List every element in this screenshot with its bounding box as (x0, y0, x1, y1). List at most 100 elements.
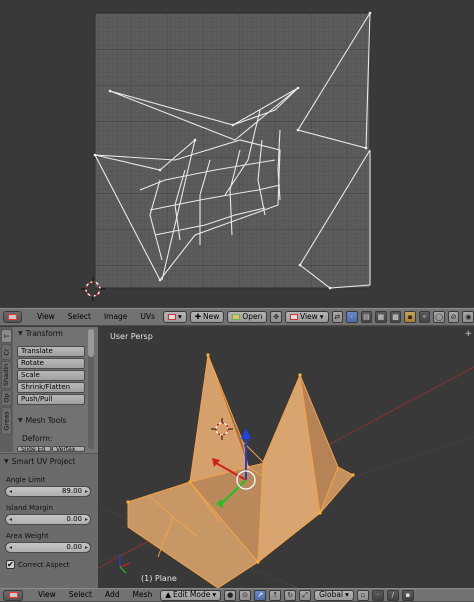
angle-limit-field[interactable]: ◂ 89.00 ▸ (5, 486, 91, 497)
menu-view[interactable]: View (33, 589, 61, 601)
island-margin-field[interactable]: ◂ 0.00 ▸ (5, 514, 91, 525)
tab-options[interactable]: Op (1, 390, 12, 406)
viewport-view-label: User Persp (110, 332, 153, 341)
view-mode-label: View (299, 312, 318, 321)
tool-shelf: T Cr Shadin Op Greas ▼ Transform Transla… (0, 327, 98, 588)
area-split-plus-icon[interactable]: + (464, 329, 472, 339)
transform-panel-title: Transform (25, 329, 63, 338)
snap-icon[interactable]: ⊘ (447, 311, 460, 323)
menu-mesh[interactable]: Mesh (127, 589, 157, 601)
scale-manipulator-icon[interactable]: ⤢ (299, 589, 312, 601)
menu-add[interactable]: Add (100, 589, 125, 601)
increment-arrow-icon[interactable]: ▸ (85, 487, 88, 496)
edge-select-mode-icon[interactable]: / (386, 589, 399, 601)
view-axis-gizmo (119, 555, 131, 574)
area-weight-label: Area Weight (6, 532, 49, 540)
viewport-canvas[interactable] (98, 327, 474, 588)
collapse-triangle-icon: ▼ (4, 458, 9, 465)
menu-image[interactable]: Image (99, 311, 133, 323)
rotate-manipulator-icon[interactable]: ↻ (284, 589, 297, 601)
pin-icon[interactable]: ✥ (270, 311, 282, 323)
snap-element-icon[interactable]: ◉ (462, 311, 474, 323)
shrink-flatten-button[interactable]: Shrink/Flatten (17, 382, 85, 393)
decrement-arrow-icon[interactable]: ◂ (9, 515, 12, 524)
tool-shelf-tabs: T Cr Shadin Op Greas (0, 327, 13, 452)
translate-button[interactable]: Translate (17, 346, 85, 357)
3d-view-icon (8, 592, 18, 598)
image-browse-button[interactable]: ▾ (162, 311, 187, 323)
3d-view-header: View Select Add Mesh ▲ Edit Mode ▾ ● ⊙ ↗ … (0, 588, 474, 602)
folder-icon (232, 314, 241, 320)
edit-mode-icon: ▲ (165, 590, 172, 599)
new-image-label: New (203, 312, 220, 321)
correct-aspect-checkbox[interactable]: ✔ (6, 560, 15, 569)
sticky-mode-icon[interactable]: ▪ (404, 311, 416, 323)
shading-mode-icon[interactable]: ● (224, 589, 237, 601)
vertex-slide-button[interactable]: Vertex (52, 446, 85, 452)
increment-arrow-icon[interactable]: ▸ (85, 515, 88, 524)
angle-limit-value: 89.00 (61, 487, 82, 495)
face-select-mode-icon[interactable]: ▪ (401, 589, 414, 601)
slide-edge-button[interactable]: Slide Ed (17, 446, 51, 452)
island-select-icon[interactable]: ▩ (389, 311, 402, 323)
image-browse-icon (167, 314, 176, 320)
area-weight-field[interactable]: ◂ 0.00 ▸ (5, 542, 91, 553)
pivot-icon[interactable]: ⊙ (239, 589, 252, 601)
smart-uv-project-title: Smart UV Project (11, 457, 76, 466)
image-editor-icon (8, 314, 18, 320)
vertex-select-icon[interactable]: · (346, 311, 358, 323)
active-object-label: (1) Plane (141, 574, 177, 583)
sync-selection-icon[interactable]: ⇄ (331, 311, 344, 323)
tool-shelf-scrollbar[interactable] (88, 329, 94, 449)
menu-select[interactable]: Select (63, 311, 96, 323)
correct-aspect-label: Correct Aspect (18, 561, 70, 569)
mesh-tools-panel-header[interactable]: ▼ Mesh Tools (18, 416, 66, 425)
tab-shading[interactable]: Shadin (1, 361, 12, 389)
menu-uvs[interactable]: UVs (135, 311, 160, 323)
menu-view[interactable]: View (32, 311, 60, 323)
operator-panel: ▼ Smart UV Project Angle Limit ◂ 89.00 ▸… (0, 453, 98, 588)
transform-orientation-dropdown[interactable]: Global ▾ (314, 589, 354, 601)
proportional-edit-icon[interactable]: ◯ (433, 311, 445, 323)
editor-type-selector[interactable] (3, 589, 23, 601)
menu-select[interactable]: Select (64, 589, 97, 601)
plus-icon: ✚ (194, 312, 202, 321)
manipulator-toggle-icon[interactable]: ↗ (254, 589, 267, 601)
area-weight-value: 0.00 (66, 543, 82, 551)
tab-grease-pencil[interactable]: Greas (1, 407, 12, 435)
open-image-label: Open (242, 312, 263, 321)
pivot-point-icon[interactable]: ⚬ (418, 311, 431, 323)
translate-manipulator-icon[interactable]: ↑ (269, 589, 282, 601)
increment-arrow-icon[interactable]: ▸ (85, 543, 88, 552)
edge-select-icon[interactable]: ▤ (360, 311, 373, 323)
open-image-button[interactable]: Open (227, 311, 268, 323)
layer-icon[interactable]: ▫ (356, 589, 369, 601)
collapse-triangle-icon: ▼ (18, 417, 23, 424)
uv-editor-header: View Select Image UVs ▾ ✚ New Open ✥ Vie… (0, 308, 474, 326)
3d-viewport[interactable]: User Persp (1) Plane + (98, 327, 474, 588)
mode-label: Edit Mode (173, 590, 211, 599)
scale-button[interactable]: Scale (17, 370, 85, 381)
mode-dropdown[interactable]: ▲ Edit Mode ▾ (160, 589, 222, 601)
island-margin-label: Island Margin (6, 504, 53, 512)
deform-label: Deform: (22, 434, 53, 443)
vertex-select-mode-icon[interactable]: · (371, 589, 384, 601)
new-image-button[interactable]: ✚ New (189, 311, 225, 323)
smart-uv-project-header[interactable]: ▼ Smart UV Project (4, 457, 75, 466)
angle-limit-label: Angle Limit (6, 476, 46, 484)
tab-tools[interactable]: T (1, 329, 12, 343)
rotate-button[interactable]: Rotate (17, 358, 85, 369)
push-pull-button[interactable]: Push/Pull (17, 394, 85, 405)
decrement-arrow-icon[interactable]: ◂ (9, 543, 12, 552)
mesh-plane[interactable] (126, 353, 355, 588)
tab-create[interactable]: Cr (1, 344, 12, 360)
view-mode-dropdown[interactable]: View ▾ (284, 311, 329, 323)
editor-type-selector[interactable] (3, 311, 23, 323)
face-select-icon[interactable]: ▦ (375, 311, 387, 323)
view-mode-icon (289, 314, 298, 320)
decrement-arrow-icon[interactable]: ◂ (9, 487, 12, 496)
uv-editor[interactable] (0, 0, 474, 307)
transform-panel-header[interactable]: ▼ Transform (18, 329, 63, 338)
island-margin-value: 0.00 (66, 515, 82, 523)
uv-canvas[interactable] (0, 0, 474, 307)
